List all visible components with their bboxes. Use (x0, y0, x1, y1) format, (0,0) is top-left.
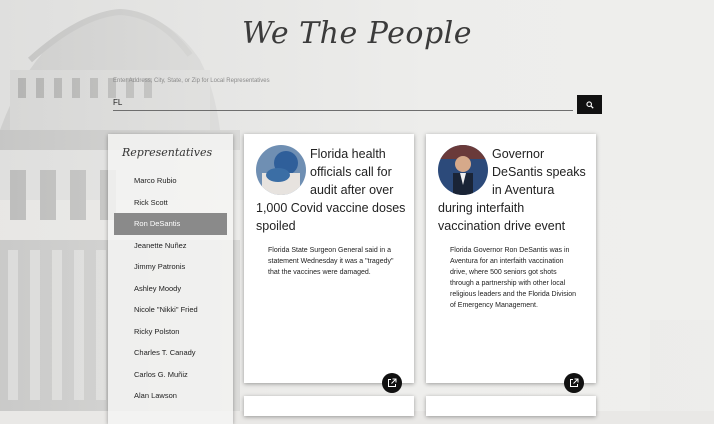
sidebar-item-alan-lawson[interactable]: Alan Lawson (114, 385, 227, 407)
sidebar-item-ashley-moody[interactable]: Ashley Moody (114, 278, 227, 300)
sidebar-item-jimmy-patronis[interactable]: Jimmy Patronis (114, 256, 227, 278)
external-link-icon (570, 378, 579, 387)
article-summary: Florida State Surgeon General said in a … (268, 247, 394, 276)
external-link-icon (388, 378, 397, 387)
sidebar-item-jeanette-nunez[interactable]: Jeanette Nuñez (114, 235, 227, 257)
article-card-partial (426, 396, 596, 416)
search-label: Enter Address, City, State, or Zip for L… (113, 78, 270, 84)
article-card: Governor DeSantis speaks in Aventura dur… (426, 134, 596, 393)
sidebar-item-ron-desantis[interactable]: Ron DeSantis (114, 213, 227, 235)
sidebar-item-charles-canady[interactable]: Charles T. Canady (114, 342, 227, 364)
article-thumbnail (256, 145, 306, 195)
search-bar: Enter Address, City, State, or Zip for L… (113, 78, 603, 116)
sidebar-item-rick-scott[interactable]: Rick Scott (114, 192, 227, 214)
sidebar-item-nicole-fried[interactable]: Nicole "Nikki" Fried (114, 299, 227, 321)
article-card-partial (244, 396, 414, 416)
sidebar-item-ricky-polston[interactable]: Ricky Polston (114, 321, 227, 343)
representatives-list: Marco Rubio Rick Scott Ron DeSantis Jean… (108, 170, 233, 407)
search-input[interactable] (113, 94, 573, 111)
search-button[interactable] (577, 95, 602, 114)
article-thumbnail (438, 145, 488, 195)
app-title: We The People (241, 16, 472, 51)
sidebar-item-marco-rubio[interactable]: Marco Rubio (114, 170, 227, 192)
article-summary: Florida Governor Ron DeSantis was in Ave… (450, 247, 577, 309)
open-article-button[interactable] (564, 373, 584, 393)
sidebar-item-carlos-muniz[interactable]: Carlos G. Muñiz (114, 364, 227, 386)
open-article-button[interactable] (382, 373, 402, 393)
article-card: Florida health officials call for audit … (244, 134, 414, 393)
search-icon (585, 100, 594, 109)
sidebar-title: Representatives (122, 146, 213, 159)
representatives-sidebar: Representatives Marco Rubio Rick Scott R… (108, 134, 233, 424)
